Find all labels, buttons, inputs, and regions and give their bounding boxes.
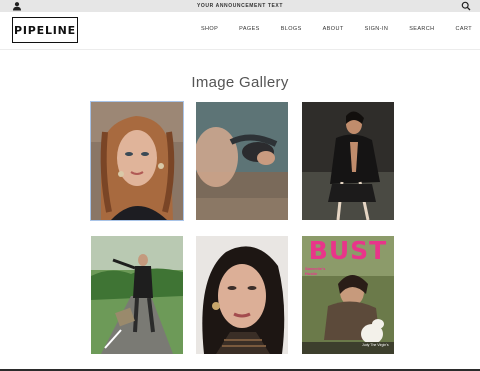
magazine-bottom-text: Judy The Virgin's — [362, 343, 389, 347]
nav-shop[interactable]: SHOP — [201, 26, 218, 32]
gallery-image-reclining-model-photo[interactable] — [196, 102, 288, 220]
gallery-image-braided-hair-portrait[interactable] — [90, 101, 184, 221]
reclining-model-image — [196, 102, 288, 220]
model-on-road-image — [91, 236, 183, 354]
main-nav: SHOP PAGES BLOGS ABOUT SIGN-IN SEARCH CA… — [180, 26, 472, 32]
nav-about[interactable]: ABOUT — [323, 26, 344, 32]
nav-search[interactable]: SEARCH — [409, 26, 434, 32]
magazine-masthead: BUST — [308, 236, 388, 265]
announcement-text: YOUR ANNOUNCEMENT TEXT — [196, 3, 284, 9]
site-logo[interactable]: PIPELINE — [12, 17, 78, 43]
dark-hair-closeup-image — [196, 236, 288, 354]
nav-sign-in[interactable]: SIGN-IN — [365, 26, 389, 32]
nav-cart[interactable]: CART — [456, 26, 472, 32]
gallery-image-seated-model-black-outfit[interactable] — [302, 102, 394, 220]
nav-blogs[interactable]: BLOGS — [281, 26, 302, 32]
seated-model-image — [302, 102, 394, 220]
gallery-image-bust-magazine-cover[interactable]: BUST Saweetie's Hustle Judy The Virgin's — [302, 236, 394, 354]
logo-text: PIPELINE — [14, 23, 76, 37]
gallery-image-dark-hair-closeup-portrait[interactable] — [196, 236, 288, 354]
search-icon[interactable] — [461, 1, 471, 11]
site-header: PIPELINE SHOP PAGES BLOGS ABOUT SIGN-IN … — [0, 12, 480, 50]
announcement-bar: YOUR ANNOUNCEMENT TEXT — [0, 0, 480, 12]
user-icon[interactable] — [12, 1, 22, 11]
gallery-title: Image Gallery — [191, 74, 289, 91]
nav-pages[interactable]: PAGES — [239, 26, 260, 32]
magazine-headline: Saweetie's Hustle — [305, 266, 326, 276]
gallery-image-model-on-road-photo[interactable] — [91, 236, 183, 354]
braided-hair-portrait-image — [91, 102, 183, 220]
